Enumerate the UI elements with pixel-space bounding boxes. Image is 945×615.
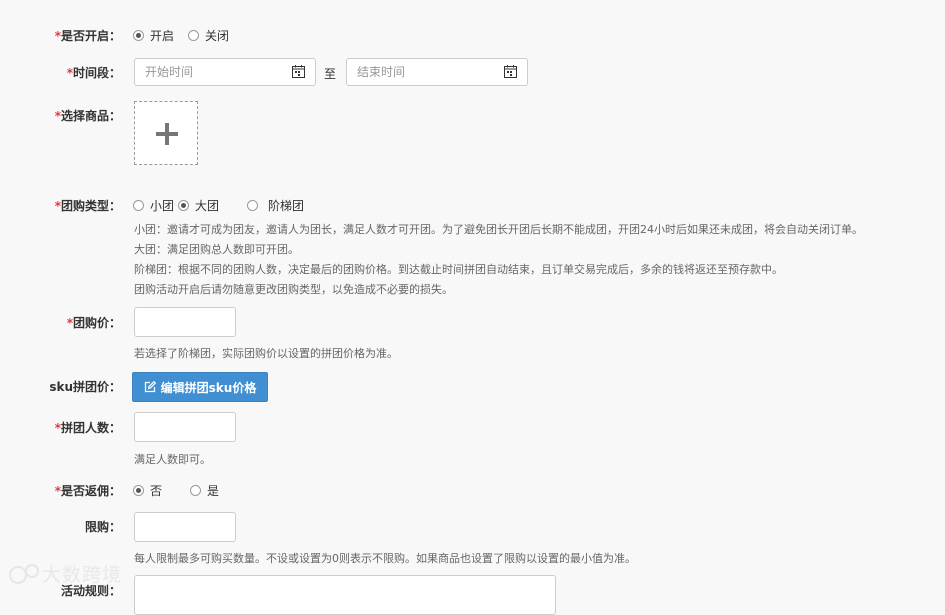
group-size-label: *拼团人数：: [54, 421, 121, 435]
commission-label: *是否返佣：: [54, 484, 121, 498]
group-price-input[interactable]: [134, 307, 236, 337]
edit-icon: [144, 381, 156, 393]
group-size-input[interactable]: [134, 412, 236, 442]
commission-yes-label[interactable]: 是: [207, 482, 219, 499]
tier-group-radio[interactable]: [247, 200, 259, 211]
big-group-radio[interactable]: [178, 200, 190, 211]
add-product-button[interactable]: [134, 101, 198, 165]
group-type-radio-group: 小团 大团 阶梯团: [133, 197, 304, 214]
help-text: 若选择了阶梯团，实际团购价以设置的拼团价格为准。: [134, 347, 398, 360]
product-label: *选择商品：: [54, 109, 121, 123]
help-text: 满足人数即可。: [134, 453, 211, 466]
enable-on-radio[interactable]: [133, 30, 144, 41]
calendar-icon[interactable]: [292, 65, 305, 78]
watermark: 大数跨境: [8, 560, 122, 587]
commission-yes-radio[interactable]: [190, 485, 202, 496]
commission-no-radio[interactable]: [133, 485, 144, 496]
sku-price-label: sku拼团价：: [49, 380, 121, 394]
period-to-text: 至: [324, 67, 337, 81]
enable-off-radio[interactable]: [188, 30, 200, 41]
edit-sku-price-label: 编辑拼团sku价格: [160, 380, 257, 395]
help-text: 阶梯团：根据不同的团购人数，决定最后的团购价格。到达截止时间拼团自动结束，且订单…: [134, 263, 783, 276]
start-time-input[interactable]: [134, 58, 316, 86]
big-group-label[interactable]: 大团: [195, 197, 219, 214]
tier-group-label[interactable]: 阶梯团: [268, 197, 304, 214]
enable-radio-group: 开启 关闭: [133, 27, 229, 44]
enable-on-label[interactable]: 开启: [150, 27, 174, 44]
help-text: 团购活动开启后请勿随意更改团购类型，以免造成不必要的损失。: [134, 283, 453, 296]
calendar-icon[interactable]: [504, 65, 517, 78]
group-price-label: *团购价：: [66, 316, 121, 330]
enable-label: *是否开启：: [54, 29, 121, 43]
watermark-logo-icon: [9, 563, 39, 584]
small-group-label[interactable]: 小团: [150, 197, 174, 214]
plus-icon-stem: [165, 123, 169, 145]
help-text: 大团：满足团购总人数即可开团。: [134, 243, 299, 256]
period-label: *时间段：: [66, 66, 121, 80]
end-time-input[interactable]: [346, 58, 528, 86]
edit-sku-price-button[interactable]: 编辑拼团sku价格: [132, 372, 268, 402]
commission-radio-group: 否 是: [133, 482, 219, 499]
help-text: 每人限制最多可购买数量。不设或设置为0则表示不限购。如果商品也设置了限购以设置的…: [134, 552, 636, 565]
commission-no-label[interactable]: 否: [150, 482, 162, 499]
enable-off-label[interactable]: 关闭: [205, 27, 229, 44]
group-type-label: *团购类型：: [54, 199, 121, 213]
limit-label: 限购：: [84, 520, 121, 534]
rules-textarea[interactable]: [134, 575, 556, 615]
help-text: 小团：邀请才可成为团友，邀请人为团长，满足人数才可开团。为了避免团长开团后长期不…: [134, 223, 863, 236]
watermark-text: 大数跨境: [42, 564, 123, 586]
limit-input[interactable]: [134, 512, 236, 542]
small-group-radio[interactable]: [133, 200, 144, 211]
